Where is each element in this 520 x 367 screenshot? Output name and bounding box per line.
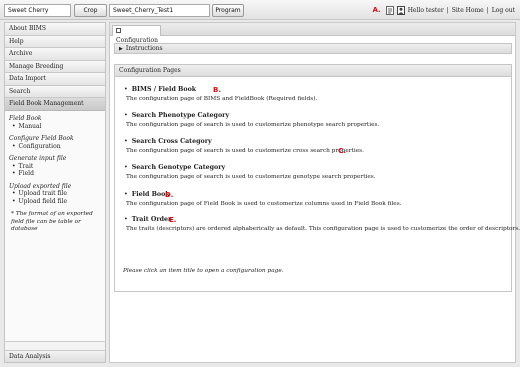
config-link-search-cross[interactable]: Search Cross Category xyxy=(132,138,212,145)
crop-button[interactable]: Crop xyxy=(74,4,107,17)
sidebar-item-manage-breeding[interactable]: Manage Breeding xyxy=(5,60,105,73)
config-entry-search-phenotype: • Search Phenotype Category The configura… xyxy=(124,112,380,128)
panel-title: Configuration Pages xyxy=(115,65,511,77)
expand-triangle-icon: ▶ xyxy=(119,46,123,52)
tab-icon xyxy=(116,28,121,33)
program-button[interactable]: Program xyxy=(212,4,244,17)
submenu-link-upload-field[interactable]: Upload field file xyxy=(9,198,105,206)
sidebar-item-about[interactable]: About BIMS xyxy=(5,23,105,36)
config-link-field-book[interactable]: Field Book xyxy=(132,191,170,198)
config-link-bims-field-book[interactable]: BIMS / Field Book xyxy=(132,86,196,93)
configuration-pages-panel: Configuration Pages • BIMS / Field Book T… xyxy=(114,64,520,292)
sidebar-item-search[interactable]: Search xyxy=(5,85,105,98)
annotation-marker-d: D. xyxy=(165,191,174,199)
settings-icon[interactable] xyxy=(385,5,394,15)
config-link-search-phenotype[interactable]: Search Phenotype Category xyxy=(132,112,229,119)
submenu-link-trait[interactable]: Trait xyxy=(9,163,105,171)
crop-field[interactable]: Sweet Cherry xyxy=(4,4,71,17)
config-description: The configuration page of search is used… xyxy=(126,174,376,180)
program-field[interactable]: Sweet_Cherry_Test1 xyxy=(109,4,210,17)
config-description: The configuration page of BIMS and Field… xyxy=(126,96,318,102)
submenu-heading-upload: Upload exported file xyxy=(9,182,72,190)
config-description: The configuration page of Field Book is … xyxy=(126,201,402,207)
submenu-note: * The format of an exported field file c… xyxy=(11,211,93,232)
annotation-marker-a: A. xyxy=(372,6,381,14)
instructions-header[interactable]: ▶ Instructions xyxy=(114,43,512,54)
config-entry-search-genotype: • Search Genotype Category The configurat… xyxy=(124,164,376,180)
submenu-heading-field-book: Field Book xyxy=(9,115,42,122)
separator: | xyxy=(446,6,449,14)
instructions-label: Instructions xyxy=(125,45,163,52)
submenu-link-upload-trait[interactable]: Upload trait file xyxy=(9,190,105,198)
tab-configuration[interactable]: Configuration xyxy=(112,25,161,44)
sidebar-item-data-analysis[interactable]: Data Analysis xyxy=(5,350,105,362)
separator: | xyxy=(486,6,489,14)
annotation-marker-b: B. xyxy=(213,86,221,94)
tab-strip: Configuration xyxy=(110,23,515,44)
sidebar-item-field-book-management[interactable]: Field Book Management xyxy=(5,98,105,111)
config-description: The traits (descriptors) are ordered alp… xyxy=(126,226,520,232)
site-home-link[interactable]: Site Home xyxy=(452,7,484,14)
annotation-marker-e: E. xyxy=(169,216,177,224)
annotation-marker-c: C. xyxy=(338,147,346,155)
submenu-heading-generate: Generate input file xyxy=(9,155,67,162)
logout-link[interactable]: Log out xyxy=(492,7,515,14)
config-entry-trait-order: • Trait Order The traits (descriptors) ar… xyxy=(124,216,520,232)
account-area: A. Hello tester | Site Home | Log out xyxy=(372,4,515,16)
config-description: The configuration page of search is used… xyxy=(126,122,380,128)
config-entry-search-cross: • Search Cross Category The configuration… xyxy=(124,138,364,154)
top-bar: Sweet Cherry Crop Sweet_Cherry_Test1 Pro… xyxy=(0,0,520,20)
submenu-link-configuration[interactable]: Configuration xyxy=(9,143,105,151)
sidebar: About BIMS Help Archive Manage Breeding … xyxy=(4,22,106,363)
submenu-link-manual[interactable]: Manual xyxy=(9,123,105,131)
submenu-heading-configure: Configure Field Book xyxy=(9,135,74,142)
config-link-trait-order[interactable]: Trait Order xyxy=(132,216,172,223)
submenu-link-field[interactable]: Field xyxy=(9,170,105,178)
sidebar-item-help[interactable]: Help xyxy=(5,35,105,48)
sidebar-item-archive[interactable]: Archive xyxy=(5,48,105,61)
user-icon[interactable] xyxy=(396,5,405,15)
config-link-search-genotype[interactable]: Search Genotype Category xyxy=(132,164,225,171)
sidebar-item-data-import[interactable]: Data Import xyxy=(5,73,105,86)
greeting-text: Hello tester xyxy=(407,6,444,14)
panel-footnote: Please click an item title to open a con… xyxy=(123,268,284,274)
config-description: The configuration page of search is used… xyxy=(126,148,364,154)
main-content: Configuration ▶ Instructions Configuratio… xyxy=(109,22,520,363)
field-book-submenu: Field Book Manual Configure Field Book C… xyxy=(5,110,105,342)
